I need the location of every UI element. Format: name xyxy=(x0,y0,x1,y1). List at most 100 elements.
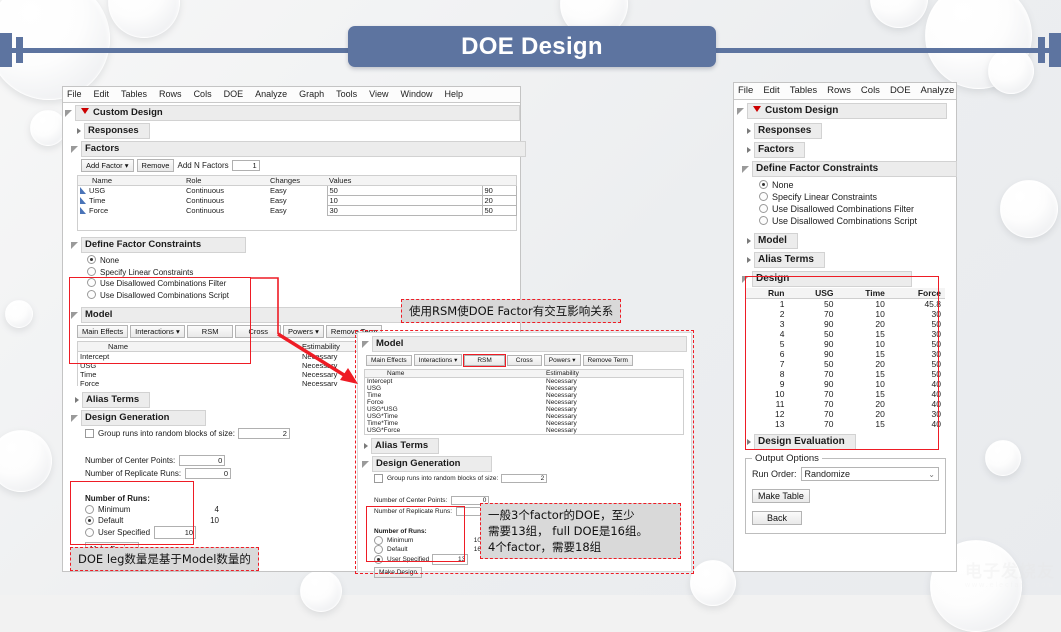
model-estimability[interactable]: Necessary xyxy=(544,406,684,413)
factor-toolbar[interactable]: Add Factor ▾ Remove Add N Factors 1 xyxy=(81,159,520,172)
menu-item[interactable]: DOE xyxy=(890,85,911,96)
checkbox-icon[interactable] xyxy=(85,429,94,438)
section-design-evaluation[interactable]: Design Evaluation xyxy=(747,434,956,450)
disclosure-closed-icon[interactable] xyxy=(747,238,751,244)
model-estimability[interactable]: Necessary xyxy=(544,413,684,420)
checkbox-icon[interactable] xyxy=(374,474,383,483)
factor-changes[interactable]: Easy xyxy=(268,196,327,206)
group-runs-input[interactable]: 2 xyxy=(237,428,290,439)
menu-item[interactable]: File xyxy=(738,85,753,96)
cross-button[interactable]: Cross xyxy=(506,354,542,366)
menu-item[interactable]: View xyxy=(369,89,388,99)
menu-bar-left[interactable]: File Edit Tables Rows Cols DOE Analyze G… xyxy=(63,87,520,103)
section-design[interactable]: Design xyxy=(742,271,956,287)
constraints-radio-group[interactable]: None Specify Linear Constraints Use Disa… xyxy=(759,179,956,227)
factor-role[interactable]: Continuous xyxy=(184,196,268,206)
radio-icon[interactable] xyxy=(85,505,94,514)
menu-item[interactable]: Cols xyxy=(861,85,880,96)
disclosure-open-icon[interactable] xyxy=(737,107,744,115)
section-define-factor-constraints[interactable]: Define Factor Constraints xyxy=(71,237,520,253)
radio-icon[interactable] xyxy=(374,536,383,545)
table-row[interactable]: Force Necessary xyxy=(365,399,684,406)
table-row[interactable]: 5 90 10 50 xyxy=(745,339,945,349)
radio-icon[interactable] xyxy=(759,204,768,213)
menu-item[interactable]: Rows xyxy=(159,89,182,99)
radio-icon[interactable] xyxy=(87,266,96,276)
section-factors[interactable]: Factors xyxy=(747,142,956,158)
factor-low-value[interactable]: 10 xyxy=(326,195,483,206)
table-row[interactable]: 2 70 10 30 xyxy=(745,309,945,319)
section-define-factor-constraints[interactable]: Define Factor Constraints xyxy=(742,161,957,177)
factor-high-value[interactable]: 20 xyxy=(481,195,517,206)
radio-icon[interactable] xyxy=(87,278,96,287)
radio-icon[interactable] xyxy=(374,555,383,564)
table-row[interactable]: 3 90 20 50 xyxy=(745,319,945,329)
menu-item[interactable]: DOE xyxy=(224,89,244,99)
section-alias-terms[interactable]: Alias Terms xyxy=(747,252,956,268)
model-estimability[interactable]: Necessary xyxy=(544,420,684,427)
red-triangle-menu-icon[interactable] xyxy=(81,108,89,114)
replicate-runs-input[interactable]: 0 xyxy=(185,468,232,479)
section-factors[interactable]: Factors xyxy=(71,141,526,157)
radio-icon[interactable] xyxy=(87,255,96,264)
menu-item[interactable]: Tools xyxy=(336,89,357,99)
rsm-button[interactable]: RSM xyxy=(463,353,506,367)
table-row[interactable]: Force Continuous Easy 30 50 xyxy=(78,205,517,216)
disclosure-closed-icon[interactable] xyxy=(747,439,751,445)
user-specified-input[interactable]: 13 xyxy=(432,554,469,565)
section-responses[interactable]: Responses xyxy=(77,123,520,139)
menu-item[interactable]: Analyze xyxy=(255,89,287,99)
group-runs-input[interactable]: 2 xyxy=(501,474,548,483)
section-design-generation[interactable]: Design Generation xyxy=(362,456,691,472)
constraint-option-linear[interactable]: Specify Linear Constraints xyxy=(759,191,956,203)
table-row[interactable]: USG*Force Necessary xyxy=(365,427,684,435)
interactions-button[interactable]: Interactions ▾ xyxy=(413,354,463,366)
chevron-down-icon[interactable]: ⌄ xyxy=(928,470,935,479)
table-row[interactable]: 8 70 15 50 xyxy=(745,369,945,379)
custom-design-header[interactable]: Custom Design xyxy=(65,105,520,121)
factor-changes[interactable]: Easy xyxy=(268,206,327,216)
menu-item[interactable]: Tables xyxy=(121,89,147,99)
model-estimability[interactable]: Necessary xyxy=(544,378,684,385)
radio-icon[interactable] xyxy=(85,528,94,537)
disclosure-closed-icon[interactable] xyxy=(747,128,751,134)
run-order-row[interactable]: Run Order: Randomize ⌄ xyxy=(752,467,939,481)
radio-icon[interactable] xyxy=(759,180,768,189)
custom-design-header[interactable]: Custom Design xyxy=(737,103,956,119)
menu-item[interactable]: Window xyxy=(401,89,433,99)
constraint-option-filter[interactable]: Use Disallowed Combinations Filter xyxy=(759,203,956,215)
model-toolbar[interactable]: Main Effects Interactions ▾ RSM Cross Po… xyxy=(366,353,691,367)
disclosure-closed-icon[interactable] xyxy=(77,128,81,134)
disclosure-closed-icon[interactable] xyxy=(747,147,751,153)
constraint-option-script[interactable]: Use Disallowed Combinations Script xyxy=(759,215,956,227)
menu-bar-right[interactable]: File Edit Tables Rows Cols DOE Analyze xyxy=(734,83,956,100)
disclosure-open-icon[interactable] xyxy=(742,165,749,173)
user-specified-input[interactable]: 10 xyxy=(154,526,197,539)
remove-term-button[interactable]: Remove Term xyxy=(582,354,633,366)
radio-icon[interactable] xyxy=(374,545,383,554)
section-model[interactable]: Model xyxy=(362,336,691,352)
add-n-factors-input[interactable]: 1 xyxy=(231,160,260,171)
disclosure-open-icon[interactable] xyxy=(71,241,78,249)
back-button[interactable]: Back xyxy=(752,511,803,525)
table-row[interactable]: 1 50 10 45.8 xyxy=(745,299,945,309)
table-row[interactable]: 10 70 15 40 xyxy=(745,389,945,399)
disclosure-open-icon[interactable] xyxy=(71,414,78,422)
radio-icon[interactable] xyxy=(85,516,94,525)
table-row[interactable]: Time Continuous Easy 10 20 xyxy=(78,195,517,206)
factor-low-value[interactable]: 50 xyxy=(326,185,483,196)
powers-button[interactable]: Powers ▾ xyxy=(543,354,581,366)
make-table-button[interactable]: Make Table xyxy=(752,489,810,503)
menu-item[interactable]: Edit xyxy=(94,89,110,99)
factor-high-value[interactable]: 90 xyxy=(481,185,517,196)
center-points-input[interactable]: 0 xyxy=(179,455,226,466)
run-order-select[interactable]: Randomize ⌄ xyxy=(800,467,939,481)
disclosure-open-icon[interactable] xyxy=(65,109,72,117)
make-design-button[interactable]: Make Design xyxy=(374,567,422,578)
factor-role[interactable]: Continuous xyxy=(184,206,268,216)
factor-low-value[interactable]: 30 xyxy=(326,205,483,216)
red-triangle-menu-icon[interactable] xyxy=(753,106,761,112)
table-row[interactable]: Intercept Necessary xyxy=(365,378,684,385)
table-row[interactable]: 7 50 20 50 xyxy=(745,359,945,369)
constraint-option-none[interactable]: None xyxy=(759,179,956,191)
